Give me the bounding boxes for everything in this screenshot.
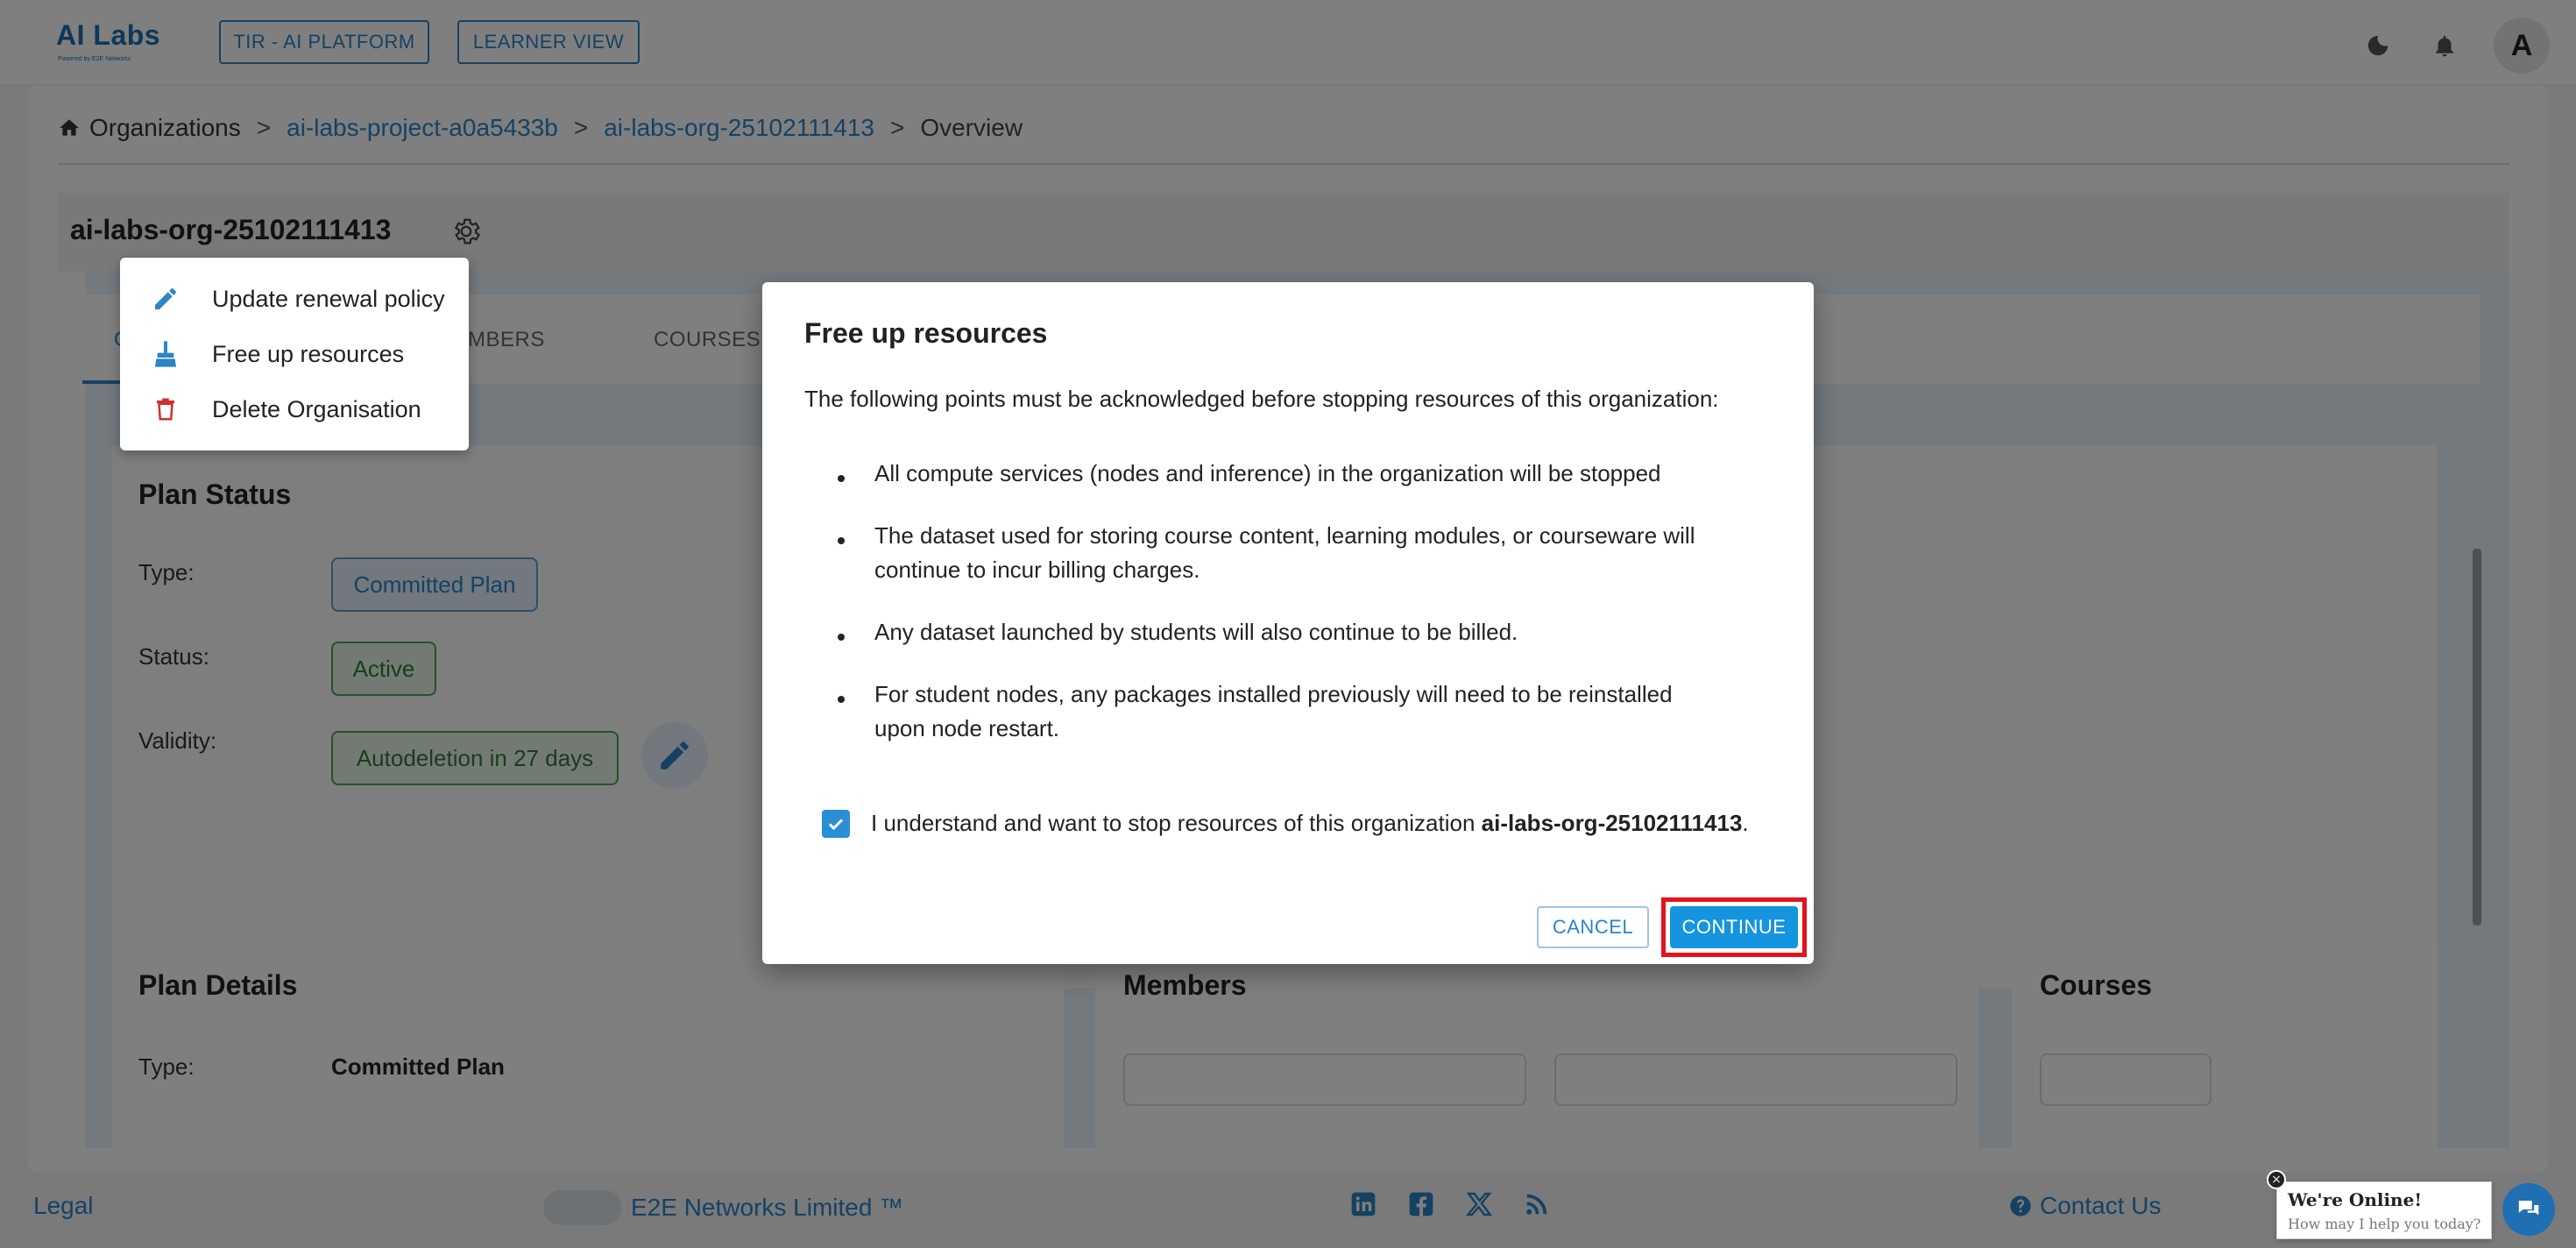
org-settings-menu: Update renewal policy Free up resources …	[120, 258, 469, 450]
close-icon[interactable]: ×	[2267, 1170, 2286, 1189]
chat-subtitle: How may I help you today?	[2288, 1216, 2481, 1232]
dialog-intro: The following points must be acknowledge…	[804, 386, 1719, 412]
bullet-item: Any dataset launched by students will al…	[874, 619, 1518, 645]
bullet-dot	[838, 537, 845, 544]
ack-suffix: .	[1742, 810, 1749, 836]
chat-icon	[2518, 1201, 2539, 1216]
pencil-icon	[150, 283, 181, 315]
ack-prefix: I understand and want to stop resources …	[871, 810, 1482, 836]
bullet-dot	[838, 696, 845, 703]
dialog-title: Free up resources	[804, 317, 1048, 349]
continue-button[interactable]: CONTINUE	[1670, 906, 1798, 948]
acknowledge-label[interactable]: I understand and want to stop resources …	[871, 810, 1749, 837]
free-up-resources-dialog: Free up resources The following points m…	[762, 282, 1814, 964]
bullet-dot	[838, 634, 845, 641]
trash-icon	[150, 394, 181, 425]
acknowledge-checkbox[interactable]	[822, 810, 850, 838]
broom-icon	[150, 338, 181, 370]
chat-bubble-button[interactable]	[2502, 1183, 2555, 1236]
cancel-button[interactable]: CANCEL	[1537, 906, 1649, 948]
menu-label: Update renewal policy	[212, 285, 445, 312]
check-icon	[828, 819, 844, 831]
menu-item-delete-org[interactable]: Delete Organisation	[120, 382, 469, 436]
menu-item-free-resources[interactable]: Free up resources	[120, 327, 469, 381]
menu-label: Delete Organisation	[212, 395, 421, 422]
bullet-item: All compute services (nodes and inferenc…	[874, 460, 1661, 486]
bullet-dot	[838, 475, 845, 482]
bullet-item: For student nodes, any packages installe…	[874, 681, 1673, 741]
menu-item-update-renewal[interactable]: Update renewal policy	[120, 272, 469, 326]
bullet-item: The dataset used for storing course cont…	[874, 522, 1695, 583]
chat-title: We're Online!	[2288, 1189, 2423, 1210]
chat-widget[interactable]: × We're Online! How may I help you today…	[2267, 1170, 2492, 1239]
menu-label: Free up resources	[212, 340, 405, 367]
ack-org-name: ai-labs-org-25102111413	[1481, 810, 1743, 836]
